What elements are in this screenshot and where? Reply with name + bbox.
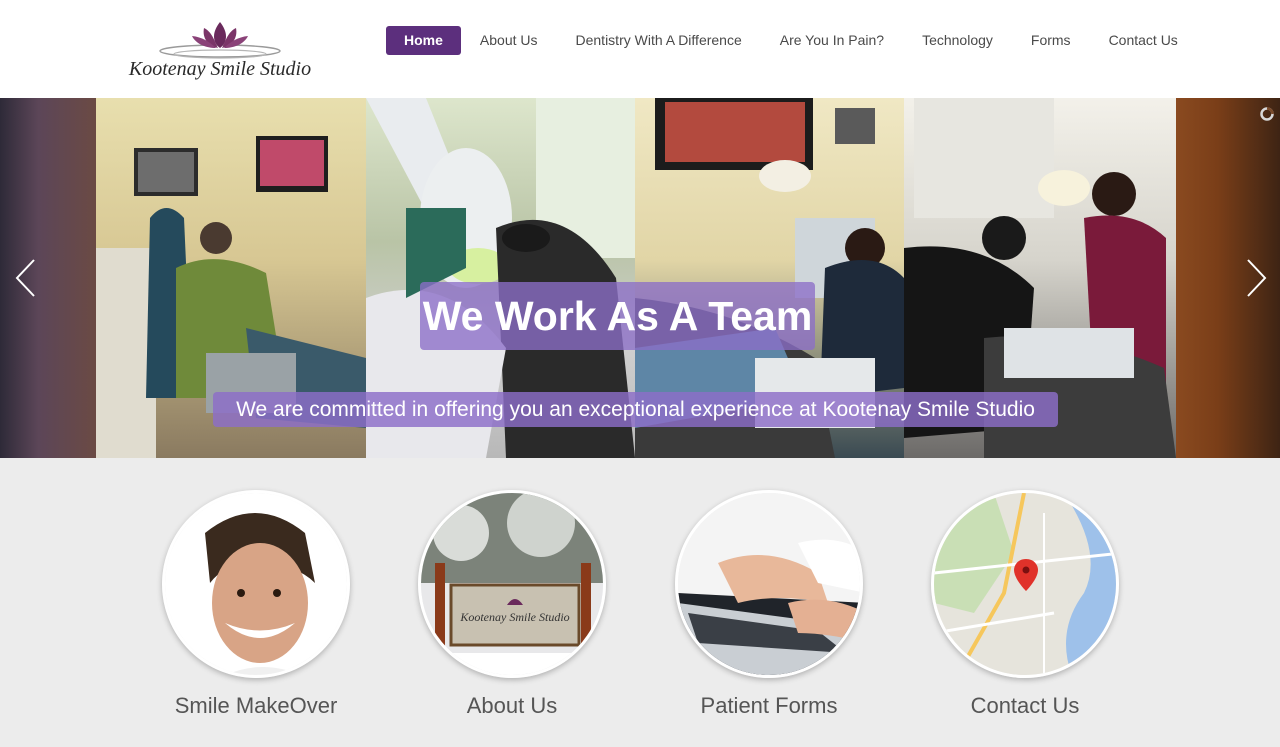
feature-smile-makeover[interactable]: Smile MakeOver — [146, 490, 366, 719]
feature-label: Contact Us — [970, 693, 1080, 718]
nav-item-are-you-in-pain[interactable]: Are You In Pain? — [761, 26, 903, 55]
logo-wordmark: Kootenay Smile Studio — [128, 58, 312, 80]
feature-links: Smile MakeOver Kootenay Smile Studio Abo… — [0, 458, 1280, 747]
feature-contact-us[interactable]: Contact Us — [915, 490, 1135, 719]
loading-spinner-icon — [1259, 106, 1275, 122]
chevron-left-icon — [15, 259, 35, 297]
office-sign-photo[interactable]: Kootenay Smile Studio — [418, 490, 606, 678]
feature-label: Smile MakeOver — [174, 693, 338, 718]
feature-label: About Us — [466, 693, 558, 718]
lotus-logo-icon — [159, 22, 281, 59]
svg-text:Kootenay Smile Studio: Kootenay Smile Studio — [459, 610, 569, 624]
site-header: Kootenay Smile Studio Home About Us Dent… — [0, 0, 1280, 98]
nav-item-technology[interactable]: Technology — [903, 26, 1012, 55]
slider-prev-button[interactable] — [14, 258, 38, 298]
smiling-man-photo[interactable] — [162, 490, 350, 678]
nav-item-dentistry-with-a-difference[interactable]: Dentistry With A Difference — [557, 26, 761, 55]
hero-slider: We Work As A Team We are committed in of… — [0, 98, 1280, 458]
nav-item-about-us[interactable]: About Us — [461, 26, 557, 55]
nav-item-contact-us[interactable]: Contact Us — [1090, 26, 1197, 55]
feature-label: Patient Forms — [700, 693, 838, 718]
hero-subtitle: We are committed in offering you an exce… — [213, 392, 1058, 427]
main-nav: Home About Us Dentistry With A Differenc… — [386, 25, 1197, 55]
slider-next-button[interactable] — [1244, 258, 1268, 298]
hero-title: We Work As A Team — [420, 282, 815, 350]
chevron-right-icon — [1247, 259, 1267, 297]
feature-about-us[interactable]: Kootenay Smile Studio About Us — [402, 490, 622, 719]
site-logo[interactable]: Kootenay Smile Studio — [128, 14, 312, 86]
feature-patient-forms[interactable]: Patient Forms — [659, 490, 879, 719]
nav-item-forms[interactable]: Forms — [1012, 26, 1090, 55]
map-pin-photo[interactable] — [931, 490, 1119, 678]
laptop-typing-photo[interactable] — [675, 490, 863, 678]
nav-item-home[interactable]: Home — [386, 25, 461, 55]
